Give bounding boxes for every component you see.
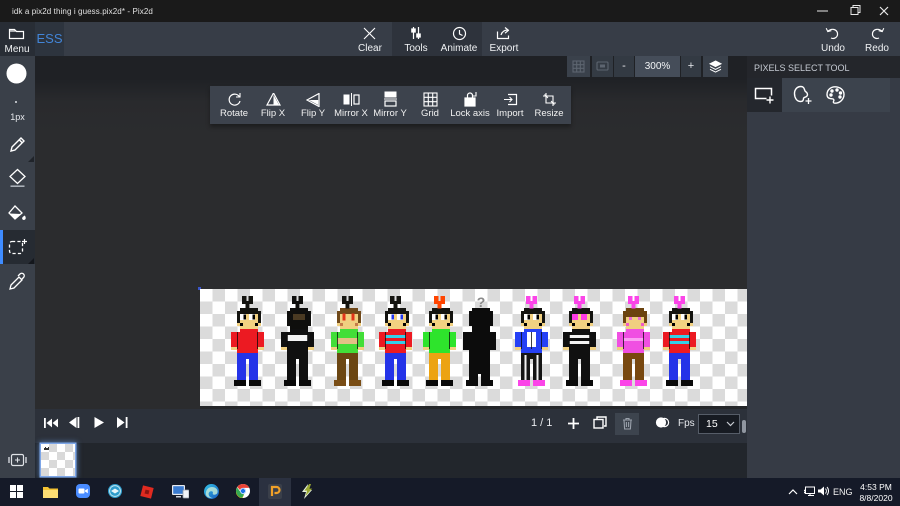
svg-text:?: ? [477,294,486,310]
